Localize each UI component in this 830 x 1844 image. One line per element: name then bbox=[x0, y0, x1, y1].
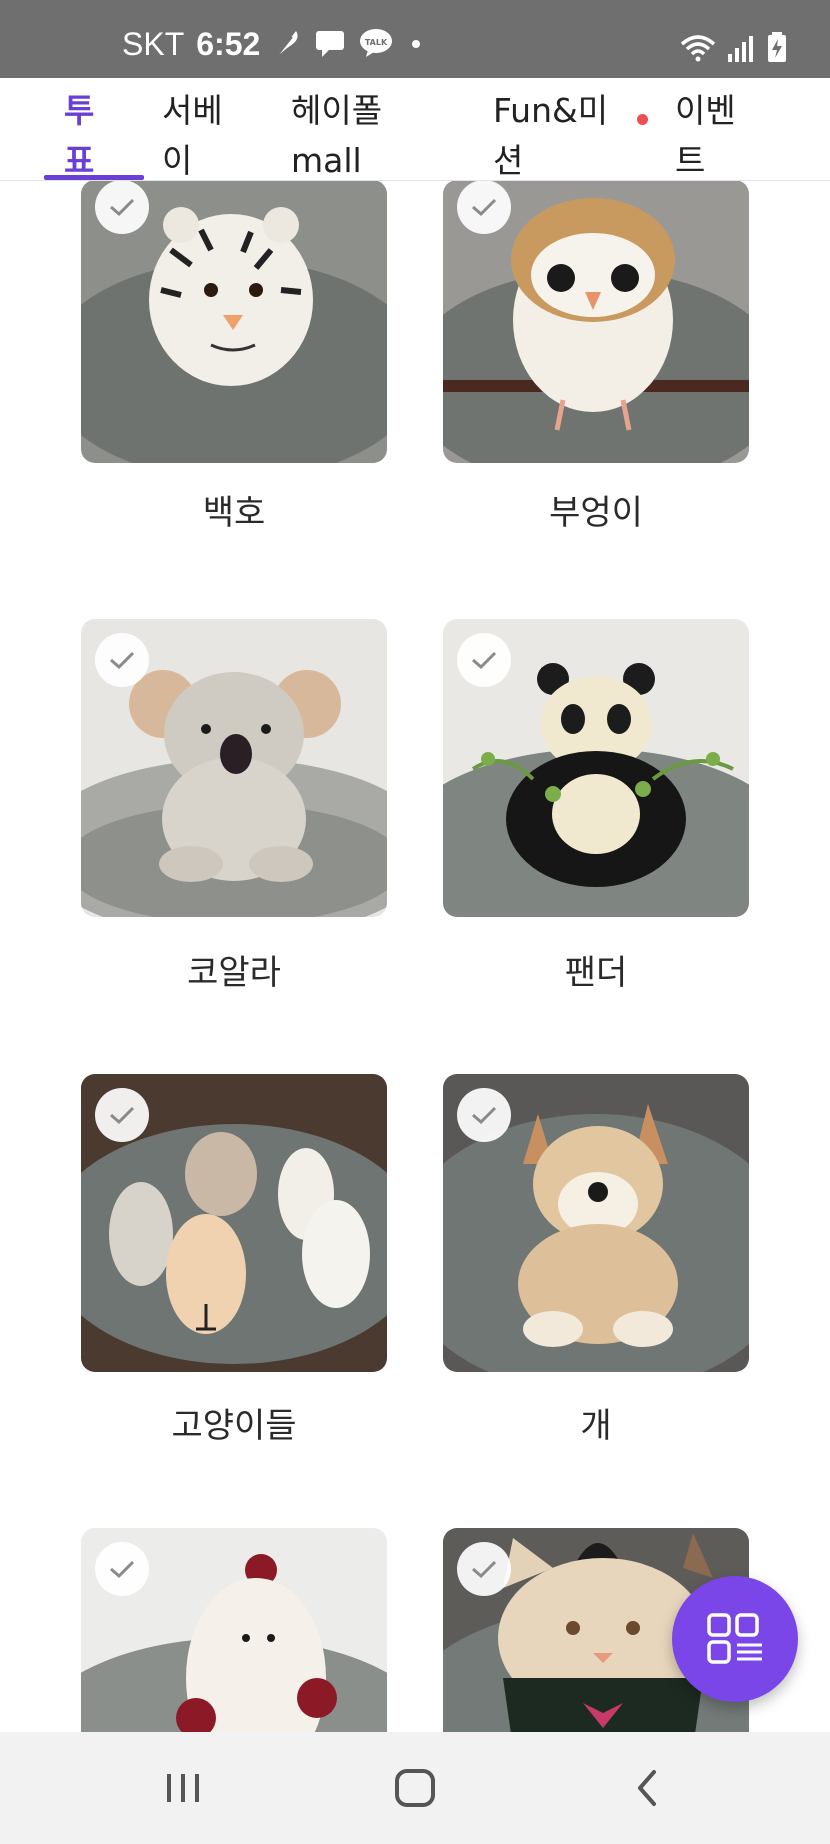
carrier-label: SKT bbox=[122, 26, 185, 62]
top-tab-bar: 투 표 서베 이 헤이폴 mall Fun&미 션 이벤 트 bbox=[0, 78, 830, 181]
tab-fun-mission[interactable]: Fun&미 션 bbox=[493, 86, 608, 186]
kakaotalk-icon: TALK bbox=[358, 28, 394, 62]
item-label: 팬더 bbox=[564, 953, 628, 993]
check-icon[interactable] bbox=[95, 180, 149, 234]
active-tab-indicator bbox=[44, 175, 144, 180]
recent-apps-icon[interactable] bbox=[163, 1768, 203, 1812]
kakaotalk-badge-text: TALK bbox=[365, 38, 388, 47]
menu-fab-button[interactable] bbox=[672, 1576, 798, 1702]
check-icon[interactable] bbox=[457, 180, 511, 234]
feather-icon bbox=[272, 27, 302, 63]
check-icon[interactable] bbox=[95, 1542, 149, 1596]
item-label: 고양이들 bbox=[171, 1406, 297, 1446]
home-icon[interactable] bbox=[394, 1768, 436, 1812]
back-icon[interactable] bbox=[632, 1768, 662, 1812]
new-indicator-dot bbox=[637, 114, 648, 125]
tab-event[interactable]: 이벤 트 bbox=[675, 86, 736, 186]
item-label: 개 bbox=[580, 1406, 612, 1446]
check-icon[interactable] bbox=[457, 1088, 511, 1142]
item-label: 코알라 bbox=[187, 953, 281, 993]
chat-bubble-icon bbox=[314, 28, 346, 62]
check-icon[interactable] bbox=[457, 1542, 511, 1596]
wifi-icon bbox=[680, 34, 716, 66]
item-label: 백호 bbox=[202, 493, 266, 533]
item-grid: 백호 부엉이 코알라 팬더 고양이들 개 bbox=[0, 180, 830, 1732]
check-icon[interactable] bbox=[457, 633, 511, 687]
system-nav-bar bbox=[0, 1732, 830, 1844]
grid-menu-icon bbox=[707, 1613, 762, 1664]
check-icon[interactable] bbox=[95, 1088, 149, 1142]
status-bar: SKT 6:52 TALK bbox=[0, 0, 830, 78]
clock: 6:52 bbox=[196, 26, 261, 62]
item-label: 부엉이 bbox=[549, 493, 643, 533]
tab-vote[interactable]: 투 표 bbox=[64, 86, 94, 186]
tab-survey[interactable]: 서베 이 bbox=[162, 86, 223, 186]
signal-icon bbox=[726, 34, 756, 66]
battery-charging-icon bbox=[766, 32, 788, 66]
dot-icon bbox=[406, 28, 426, 62]
check-icon[interactable] bbox=[95, 633, 149, 687]
tab-heypoll-mall[interactable]: 헤이폴 mall bbox=[291, 86, 382, 186]
